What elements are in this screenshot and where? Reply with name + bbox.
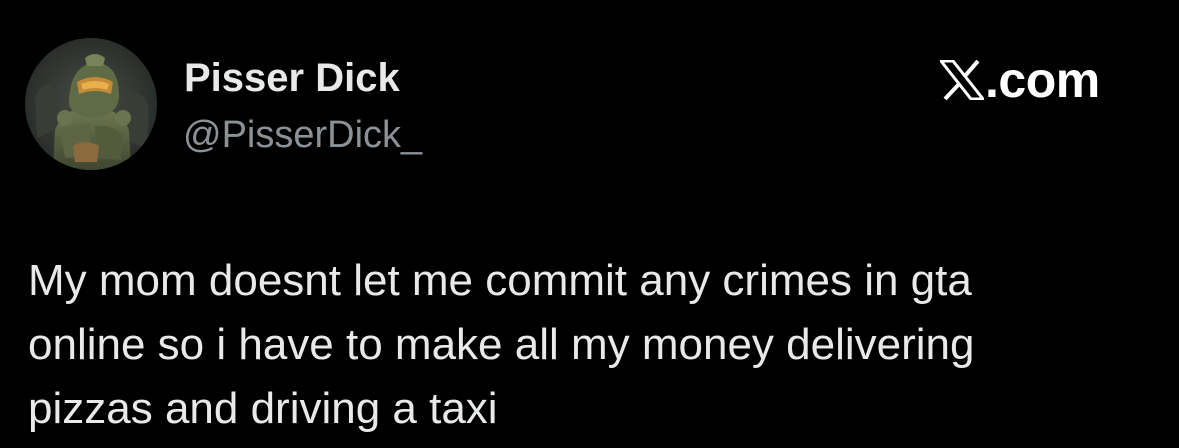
x-logo-icon — [940, 60, 984, 100]
armored-soldier-avatar-icon — [25, 38, 157, 170]
author-handle[interactable]: @PisserDick_ — [183, 113, 422, 157]
tweet-card: Pisser Dick @PisserDick_ .com My mom doe… — [0, 0, 1179, 448]
brand-domain-text: .com — [985, 52, 1100, 108]
tweet-text: My mom doesnt let me commit any crimes i… — [28, 249, 1158, 441]
x-brand-watermark: .com — [940, 54, 1100, 106]
tweet-text-line: pizzas and driving a taxi — [28, 384, 498, 433]
author-display-name[interactable]: Pisser Dick — [184, 56, 400, 100]
avatar[interactable] — [25, 38, 157, 170]
tweet-text-line: online so i have to make all my money de… — [28, 320, 975, 369]
tweet-text-line: My mom doesnt let me commit any crimes i… — [28, 256, 972, 305]
